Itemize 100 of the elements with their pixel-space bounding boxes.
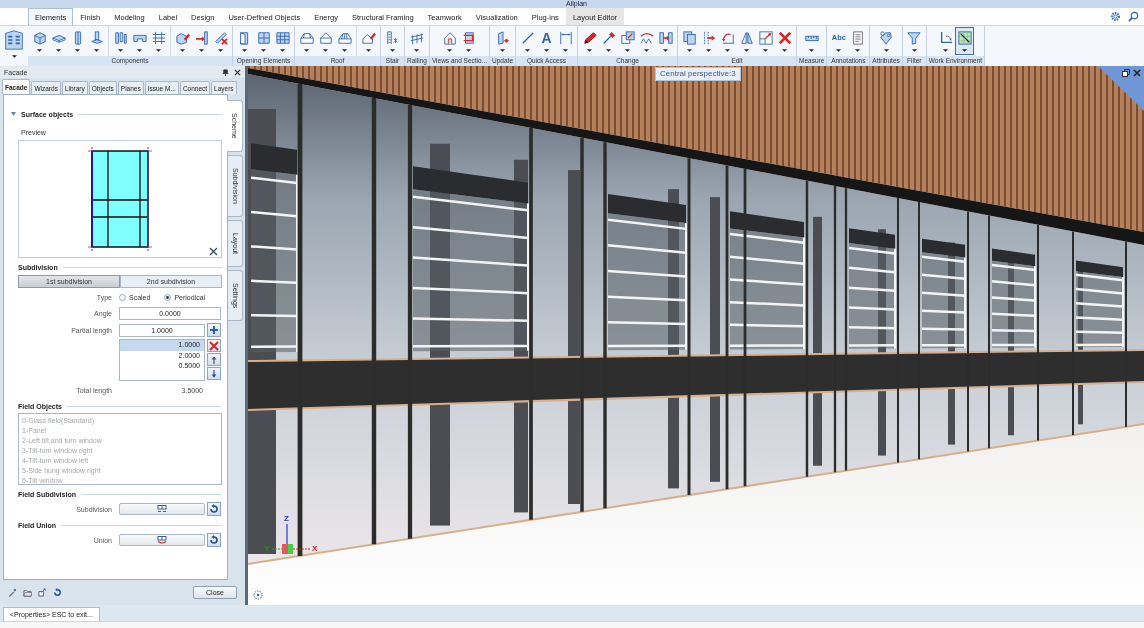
delete-button[interactable]	[207, 339, 221, 352]
close-icon[interactable]	[234, 68, 241, 76]
caret-icon	[94, 49, 99, 52]
trim-icon	[601, 31, 616, 45]
caret-icon	[414, 49, 420, 52]
gable-roof-icon	[318, 31, 333, 45]
caret-icon	[118, 49, 123, 52]
railing-icon	[409, 31, 424, 45]
stretch-icon	[758, 31, 773, 45]
view-label: Central perspective:3	[655, 67, 741, 81]
house-section-icon	[442, 31, 457, 45]
footing-icon	[89, 31, 104, 45]
caret-icon	[911, 49, 917, 52]
caret-icon	[390, 49, 395, 52]
update-icon	[495, 31, 510, 45]
folder-icon[interactable]	[23, 588, 32, 597]
caret-icon	[56, 49, 61, 52]
grid-icon	[151, 31, 166, 45]
pin-icon[interactable]	[222, 68, 229, 76]
wall-join-icon	[194, 31, 209, 45]
cross-icon[interactable]	[209, 247, 218, 256]
caret-icon	[687, 49, 692, 52]
caret-icon	[525, 49, 530, 52]
restore-icon[interactable]	[1122, 69, 1130, 77]
collapse-caret-icon[interactable]	[11, 112, 16, 116]
axis-triad-icon	[272, 524, 310, 556]
layer-grid-icon	[957, 31, 972, 45]
reset-button[interactable]	[207, 502, 221, 516]
orbit-icon[interactable]	[253, 590, 263, 600]
arrow-down-icon	[209, 368, 219, 379]
plus-icon	[209, 325, 219, 335]
caret-icon	[563, 49, 568, 52]
caret-icon	[883, 49, 889, 52]
ribbon-button[interactable]	[955, 27, 975, 55]
filter-icon	[907, 31, 922, 45]
wall-panels-icon	[113, 31, 128, 45]
section-cut-icon	[461, 31, 476, 45]
caret-icon	[466, 49, 472, 52]
caret-icon	[744, 49, 749, 52]
caret-icon	[644, 49, 649, 52]
add-button[interactable]	[207, 323, 221, 337]
axis-label: Y	[264, 545, 270, 553]
caret-icon	[342, 49, 347, 52]
caret-icon	[855, 49, 861, 52]
reset-button[interactable]	[207, 533, 221, 547]
caret-icon	[500, 49, 506, 52]
caret-icon	[156, 49, 161, 52]
caret-icon	[323, 49, 328, 52]
caret-icon	[763, 49, 768, 52]
join-icon	[658, 31, 673, 45]
caret-icon	[199, 49, 204, 52]
caret-icon	[606, 49, 611, 52]
export-icon[interactable]	[38, 588, 47, 597]
wall-edit-icon	[175, 31, 190, 45]
move-up-button[interactable]	[207, 353, 221, 366]
caret-icon	[663, 49, 668, 52]
copy-modify-icon	[620, 31, 635, 45]
eyedropper-icon[interactable]	[8, 588, 17, 597]
delete-icon	[209, 340, 219, 351]
dimension-icon	[558, 31, 573, 45]
caret-icon	[37, 49, 42, 52]
pencil-icon	[582, 31, 597, 45]
caret-icon	[625, 49, 630, 52]
wall-remove-icon	[213, 31, 228, 45]
caret-icon	[706, 49, 711, 52]
close-icon[interactable]	[1133, 69, 1141, 77]
text-tool-icon: A	[541, 31, 552, 45]
caret-icon	[943, 49, 949, 52]
caret-icon	[836, 49, 842, 52]
caret-icon	[962, 49, 968, 52]
settings-icon[interactable]	[1110, 11, 1121, 22]
axes-icon	[938, 31, 953, 45]
caret-icon	[304, 49, 309, 52]
window-icon	[256, 31, 271, 45]
merge-field-icon	[157, 536, 167, 544]
caret-icon	[180, 49, 185, 52]
refresh-icon	[209, 504, 219, 514]
arrow-up-icon	[209, 354, 219, 365]
caret-icon	[447, 49, 453, 52]
caret-icon	[782, 49, 787, 52]
caret-icon	[137, 49, 142, 52]
caret-icon	[218, 49, 223, 52]
delete-icon	[777, 31, 792, 45]
rotate-icon	[720, 31, 735, 45]
curve-icon	[639, 31, 654, 45]
roof-frame-icon	[337, 31, 352, 45]
search-icon[interactable]	[1128, 11, 1139, 22]
axis-label: Z	[284, 515, 289, 523]
document-icon	[850, 31, 865, 45]
building-icon	[4, 29, 24, 51]
caret-icon	[366, 49, 371, 52]
ribbon-button[interactable]: A	[537, 27, 556, 55]
caret-icon	[261, 49, 266, 52]
axis-label: X	[312, 545, 318, 553]
move-down-button[interactable]	[207, 367, 221, 380]
wall-icon	[32, 31, 47, 45]
refresh-icon[interactable]	[53, 588, 62, 597]
tag-icon	[879, 31, 894, 45]
move-icon	[701, 31, 716, 45]
mirror-icon	[739, 31, 754, 45]
